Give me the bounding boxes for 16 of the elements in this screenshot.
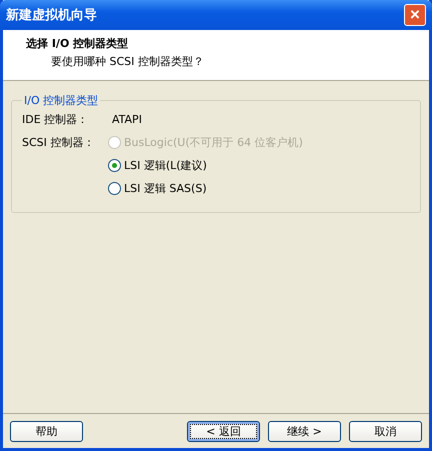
group-title: I/O 控制器类型: [23, 93, 100, 108]
close-button[interactable]: ×: [404, 4, 426, 26]
radio-option[interactable]: LSI 逻辑(L(建议): [108, 158, 303, 173]
dialog-button[interactable]: 取消: [349, 420, 422, 442]
step-title: 选择 I/O 控制器类型: [26, 36, 130, 51]
dialog-button[interactable]: < 返回: [187, 420, 260, 442]
radio-button-icon[interactable]: [108, 159, 121, 172]
field-label: IDE 控制器：: [22, 112, 90, 127]
field-label: SCSI 控制器：: [22, 135, 96, 150]
dialog-button[interactable]: 继续 >: [268, 420, 341, 442]
step-subtitle: 要使用哪种 SCSI 控制器类型？: [50, 54, 205, 69]
dialog-button[interactable]: 帮助: [10, 420, 83, 442]
field-value: ATAPI: [111, 113, 142, 126]
radio-option[interactable]: LSI 逻辑 SAS(S): [108, 181, 303, 196]
radio-button-icon[interactable]: [108, 182, 121, 195]
window-title: 新建虚拟机向导: [6, 6, 97, 24]
